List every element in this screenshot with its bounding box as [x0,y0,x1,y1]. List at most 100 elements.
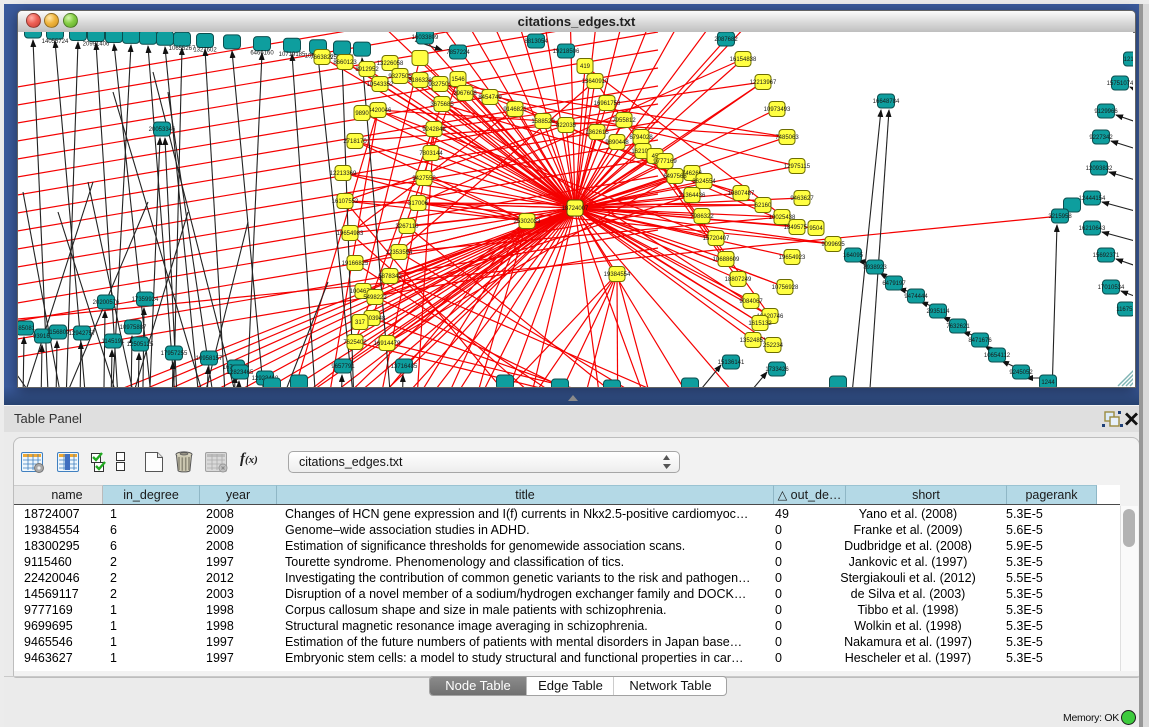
svg-text:19654923: 19654923 [779,255,806,261]
svg-text:9146821: 9146821 [503,107,527,113]
svg-text:7663822: 7663822 [310,55,334,61]
svg-text:7955812: 7955812 [612,118,636,124]
svg-text:21364436: 21364436 [679,193,706,199]
svg-text:2935114: 2935114 [927,309,951,315]
svg-text:12213369: 12213369 [330,171,357,177]
svg-text:2087682: 2087682 [714,37,738,43]
svg-text:164095: 164095 [843,253,864,259]
svg-text:9890: 9890 [355,111,369,117]
svg-text:419: 419 [580,64,591,70]
svg-text:15720407: 15720407 [703,236,730,242]
svg-text:10973493: 10973493 [764,107,791,113]
svg-text:12353594: 12353594 [386,250,413,256]
svg-text:14055724: 14055724 [42,39,69,45]
svg-text:9890448: 9890448 [605,140,629,146]
svg-text:7625402: 7625402 [343,340,367,346]
svg-text:2967608: 2967608 [453,91,477,97]
svg-text:20053346: 20053346 [149,127,176,133]
svg-text:8471676: 8471676 [968,338,992,344]
svg-text:12444154: 12444154 [1079,196,1106,202]
svg-text:9099695: 9099695 [821,242,845,248]
svg-text:18495754: 18495754 [784,225,811,231]
svg-text:12975115: 12975115 [784,164,811,170]
svg-text:317: 317 [355,320,366,326]
svg-text:7803144: 7803144 [419,151,443,157]
svg-text:3675685: 3675685 [430,102,454,108]
svg-text:12505125: 12505125 [127,342,154,348]
svg-text:822035: 822035 [556,123,577,129]
svg-text:17010534: 17010534 [1098,285,1125,291]
svg-text:8813054: 8813054 [524,39,548,45]
svg-text:15692371: 15692371 [1093,253,1120,259]
svg-text:2718170: 2718170 [343,139,367,145]
svg-text:62160: 62160 [755,203,772,209]
svg-text:9777169: 9777169 [653,159,677,165]
svg-text:16914479: 16914479 [374,341,401,347]
svg-text:3215958: 3215958 [1048,214,1072,220]
svg-text:9242848: 9242848 [422,127,446,133]
svg-text:6466160: 6466160 [250,51,274,57]
svg-text:10975887: 10975887 [120,325,147,331]
svg-text:3624554: 3624554 [692,179,716,185]
svg-text:9474444: 9474444 [904,294,928,300]
svg-text:1733426: 1733426 [765,367,789,373]
svg-text:16033809: 16033809 [412,35,439,41]
svg-text:7485063: 7485063 [775,135,799,141]
svg-text:9129966: 9129966 [1094,109,1118,115]
svg-text:19166825: 19166825 [342,261,369,267]
svg-text:10719185: 10719185 [279,52,306,58]
svg-text:252234: 252234 [763,343,784,349]
svg-text:10655267: 10655267 [169,46,196,52]
svg-text:16961758: 16961758 [594,101,621,107]
svg-text:19218506: 19218506 [553,49,580,55]
svg-text:18807249: 18807249 [725,277,752,283]
svg-text:18724007: 18724007 [562,206,589,212]
svg-text:17957255: 17957255 [161,351,188,357]
svg-text:12942757: 12942757 [69,331,96,337]
svg-text:7857224: 7857224 [446,50,470,56]
svg-text:15136141: 15136141 [718,360,745,366]
svg-text:10958157: 10958157 [196,356,223,362]
svg-text:9463627: 9463627 [790,196,814,202]
svg-text:13226058: 13226058 [377,61,404,67]
svg-text:1615132: 1615132 [748,321,772,327]
svg-text:1362615: 1362615 [585,130,609,136]
svg-text:12823465: 12823465 [227,370,254,376]
svg-text:6497568: 6497568 [663,174,687,180]
svg-text:10654112: 10654112 [984,353,1011,359]
svg-text:1156809: 1156809 [47,330,71,336]
svg-text:19384554: 19384554 [604,272,631,278]
svg-text:10543352: 10543352 [367,82,394,88]
svg-text:8938923: 8938923 [863,265,887,271]
svg-text:8454749: 8454749 [478,95,502,101]
svg-text:7986322: 7986322 [690,214,714,220]
svg-text:5878342: 5878342 [378,274,402,280]
svg-text:9245052: 9245052 [1009,370,1033,376]
svg-text:17359924: 17359924 [132,297,159,303]
svg-text:3267110: 3267110 [396,224,420,230]
svg-text:1588520: 1588520 [531,119,555,125]
svg-text:6794028: 6794028 [629,135,653,141]
svg-text:5498222: 5498222 [363,295,387,301]
svg-text:1244: 1244 [1041,380,1055,386]
svg-text:9427552: 9427552 [412,176,436,182]
svg-text:16648784: 16648784 [873,99,900,105]
svg-text:20200576: 20200576 [93,300,120,306]
svg-text:10807487: 10807487 [728,191,755,197]
svg-text:25302033: 25302033 [514,219,541,225]
svg-text:13640910: 13640910 [582,79,609,85]
svg-text:12093832: 12093832 [1086,166,1113,172]
svg-text:9084067: 9084067 [739,299,763,305]
svg-text:585081: 585081 [18,326,36,332]
svg-text:10688609: 10688609 [713,257,740,263]
svg-text:13716485: 13716485 [391,364,418,370]
svg-text:15751074: 15751074 [1107,81,1133,87]
svg-text:8660123: 8660123 [333,60,357,66]
svg-text:7632621: 7632621 [946,324,970,330]
svg-text:1327602: 1327602 [193,48,217,54]
svg-text:20991406: 20991406 [83,42,110,48]
svg-text:9227342: 9227342 [1089,135,1113,141]
svg-text:16210643: 16210643 [1079,226,1106,232]
svg-text:1145191: 1145191 [102,339,126,345]
svg-text:9504: 9504 [809,226,823,232]
